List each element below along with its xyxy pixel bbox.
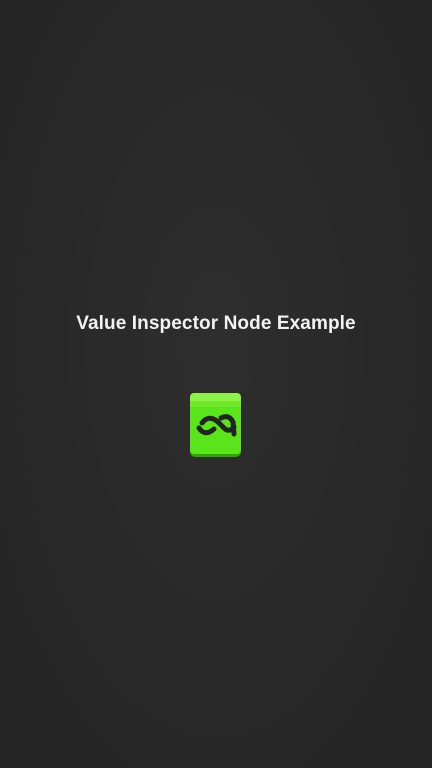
splash-title: Value Inspector Node Example [76,313,356,334]
splash-screen: Value Inspector Node Example [0,0,432,768]
link-cube-icon [190,393,241,457]
